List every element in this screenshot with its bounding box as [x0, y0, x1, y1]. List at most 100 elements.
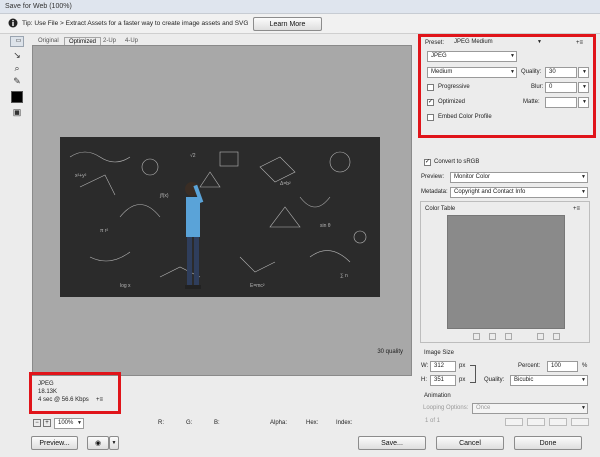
svg-text:Δ=b²: Δ=b² — [280, 181, 291, 187]
matte-swatch[interactable] — [545, 97, 577, 108]
chevron-down-icon: ▼ — [581, 405, 586, 411]
eyedropper-color-swatch[interactable] — [11, 91, 23, 103]
width-unit: px — [459, 363, 466, 369]
zoom-out-button[interactable]: − — [33, 419, 41, 427]
preset-select[interactable]: JPEG Medium ▼ — [451, 38, 543, 49]
optimized-checkbox[interactable]: ✓ — [427, 99, 434, 106]
done-button[interactable]: Done — [514, 436, 582, 450]
browser-menu-button[interactable]: ▼ — [109, 436, 119, 450]
height-label: H: — [421, 377, 427, 383]
settings-highlight: Preset: JPEG Medium ▼ +≡ JPEG ▼ Medium ▼ Qu… — [418, 34, 596, 138]
save-button[interactable]: Save... — [358, 436, 426, 450]
blur-dropdown[interactable]: ▼ — [578, 82, 589, 93]
quality-dropdown[interactable]: ▼ — [578, 67, 589, 78]
preset-label: Preset: — [425, 40, 445, 46]
learn-more-button[interactable]: Learn More — [253, 17, 322, 31]
info-menu-icon[interactable]: +≡ — [96, 396, 103, 405]
cancel-button[interactable]: Cancel — [436, 436, 504, 450]
quality-level-select[interactable]: Medium ▼ — [427, 67, 517, 78]
map-color-icon[interactable] — [473, 333, 480, 340]
svg-text:log x: log x — [120, 283, 131, 289]
svg-text:x²+y²: x²+y² — [75, 173, 87, 179]
title-bar: Save for Web (100%) — [0, 0, 600, 14]
resample-quality-label: Quality: — [484, 377, 505, 383]
embed-color-profile-label: Embed Color Profile — [438, 114, 492, 120]
format-value: JPEG — [431, 53, 447, 59]
progressive-checkbox[interactable] — [427, 84, 434, 91]
matte-label: Matte: — [523, 99, 540, 105]
progressive-label: Progressive — [438, 84, 470, 90]
preset-menu-icon[interactable]: +≡ — [576, 39, 583, 48]
preview-button[interactable]: Preview... — [31, 436, 78, 450]
looping-value: Once — [476, 405, 491, 411]
next-frame-button[interactable] — [571, 418, 589, 426]
svg-text:∫f(x): ∫f(x) — [159, 193, 169, 199]
hand-tool-icon[interactable]: ▭ — [10, 36, 24, 47]
percent-label: Percent: — [518, 363, 541, 369]
red-readout: R: — [158, 420, 164, 426]
percent-unit: % — [582, 363, 588, 369]
blur-input[interactable]: 0 — [545, 82, 577, 93]
new-color-icon[interactable] — [537, 333, 544, 340]
matte-dropdown[interactable]: ▼ — [578, 97, 589, 108]
format-select[interactable]: JPEG ▼ — [427, 51, 517, 62]
metadata-value: Copyright and Contact Info — [454, 189, 526, 195]
svg-text:E=mc²: E=mc² — [250, 283, 265, 289]
looping-label: Looping Options: — [423, 405, 469, 411]
preview-canvas[interactable]: x²+y² ∫f(x) Δ=b² sin θ π r² E=mc² ∑ n √2 log x… — [32, 45, 412, 376]
device-preview-button[interactable]: ◉ — [87, 436, 109, 450]
web-shift-icon[interactable] — [489, 333, 496, 340]
convert-srgb-label: Convert to sRGB — [434, 159, 480, 165]
color-table-menu-icon[interactable]: +≡ — [573, 205, 580, 214]
tip-bar: Tip: Use File > Extract Assets for a fas… — [0, 14, 600, 34]
convert-srgb-checkbox[interactable]: ✓ — [424, 159, 431, 166]
toggle-slices-icon[interactable]: ▣ — [10, 106, 24, 119]
image-size-title: Image Size — [424, 350, 455, 356]
quality-label: Quality: — [521, 69, 542, 75]
chevron-down-icon: ▼ — [582, 69, 587, 75]
color-table-swatches[interactable] — [447, 215, 565, 329]
zoom-tool-icon[interactable]: ⌕ — [10, 62, 24, 75]
first-frame-button[interactable] — [505, 418, 523, 426]
chevron-down-icon: ▼ — [581, 174, 586, 180]
metadata-select[interactable]: Copyright and Contact Info ▼ — [450, 187, 588, 198]
resample-quality-select[interactable]: Bicubic ▼ — [510, 375, 588, 386]
embed-color-profile-checkbox[interactable] — [427, 114, 434, 121]
tool-panel: ▭ ↘ ⌕ ✎ ▣ — [7, 36, 27, 119]
constrain-link-icon[interactable] — [470, 365, 476, 383]
quality-input[interactable]: 30 — [545, 67, 577, 78]
quality-level-value: Medium — [431, 69, 453, 75]
chevron-down-icon: ▼ — [582, 99, 587, 105]
chevron-down-icon: ▼ — [111, 440, 117, 446]
play-button[interactable] — [549, 418, 567, 426]
svg-text:sin θ: sin θ — [320, 223, 331, 229]
eyedropper-tool-icon[interactable]: ✎ — [10, 75, 24, 88]
frame-counter: 1 of 1 — [425, 418, 441, 424]
slice-select-tool-icon[interactable]: ↘ — [10, 49, 24, 62]
svg-text:∑ n: ∑ n — [340, 273, 348, 279]
delete-color-icon[interactable] — [553, 333, 560, 340]
preset-value: JPEG Medium — [454, 39, 493, 45]
percent-input[interactable]: 100 — [547, 361, 578, 372]
resample-quality-value: Bicubic — [514, 377, 534, 383]
metadata-label: Metadata: — [421, 189, 448, 195]
zoom-select[interactable]: 100% ▼ — [54, 418, 84, 429]
preview-select[interactable]: Monitor Color ▼ — [450, 172, 588, 183]
info-icon — [8, 18, 18, 28]
svg-text:√2: √2 — [190, 152, 196, 159]
previous-frame-button[interactable] — [527, 418, 545, 426]
chevron-down-icon: ▼ — [510, 53, 515, 59]
tip-text: Tip: Use File > Extract Assets for a fas… — [22, 20, 249, 27]
zoom-value: 100% — [58, 420, 74, 426]
height-unit: px — [459, 377, 466, 383]
looping-select[interactable]: Once ▼ — [472, 403, 588, 414]
width-label: W: — [421, 363, 429, 369]
zoom-in-button[interactable]: + — [43, 419, 51, 427]
frame-controls: 1 of 1 — [421, 417, 591, 427]
width-input[interactable]: 312 — [430, 361, 456, 372]
animation-title: Animation — [424, 393, 451, 399]
height-input[interactable]: 351 — [430, 375, 456, 386]
lock-color-icon[interactable] — [505, 333, 512, 340]
optimized-image: x²+y² ∫f(x) Δ=b² sin θ π r² E=mc² ∑ n √2 log x — [60, 137, 380, 297]
blur-label: Blur: — [531, 84, 544, 90]
